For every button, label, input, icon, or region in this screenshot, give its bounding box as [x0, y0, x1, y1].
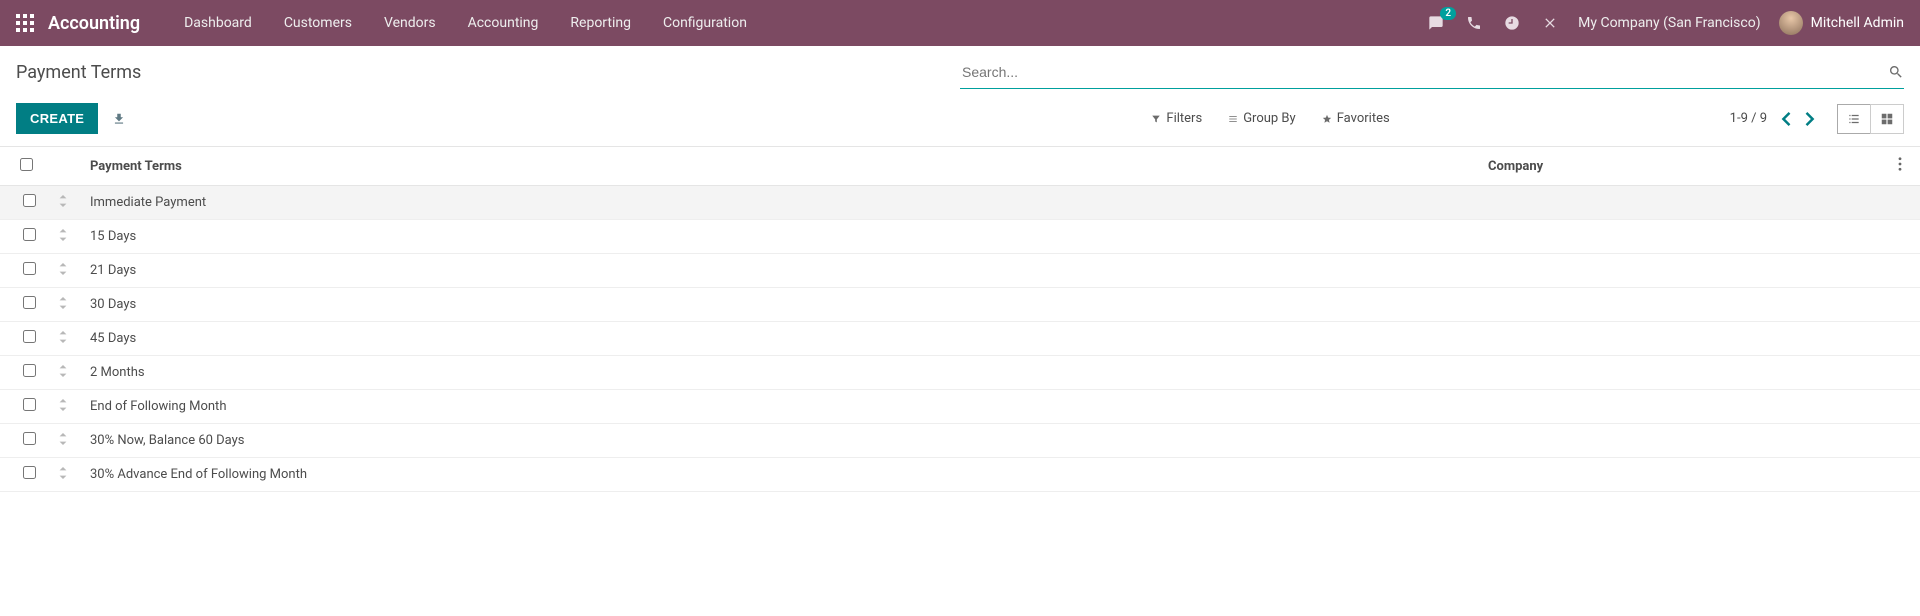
row-name: 30% Advance End of Following Month [80, 458, 1480, 492]
nav-right: 2 My Company (San Francisco) Mitchell Ad… [1426, 11, 1904, 35]
row-checkbox[interactable] [23, 296, 36, 309]
row-name: 45 Days [80, 322, 1480, 356]
row-company [1480, 458, 1890, 492]
view-list-button[interactable] [1837, 104, 1871, 134]
row-checkbox[interactable] [23, 228, 36, 241]
table-row[interactable]: 2 Months [0, 356, 1920, 390]
drag-handle-icon[interactable] [46, 356, 80, 390]
pager-prev[interactable] [1781, 112, 1791, 126]
nav-item-reporting[interactable]: Reporting [554, 0, 647, 46]
table-row[interactable]: 30% Advance End of Following Month [0, 458, 1920, 492]
app-name[interactable]: Accounting [48, 13, 140, 34]
groupby-button[interactable]: Group By [1228, 111, 1296, 126]
company-switcher[interactable]: My Company (San Francisco) [1578, 15, 1760, 31]
groupby-label: Group By [1243, 111, 1296, 126]
row-company [1480, 254, 1890, 288]
search-input[interactable] [960, 60, 1880, 84]
search-options: Filters Group By Favorites [1151, 111, 1389, 126]
search-box [960, 58, 1904, 89]
drag-handle-icon[interactable] [46, 458, 80, 492]
drag-handle-icon[interactable] [46, 288, 80, 322]
create-button[interactable]: CREATE [16, 103, 98, 134]
row-checkbox[interactable] [23, 330, 36, 343]
row-name: 30% Now, Balance 60 Days [80, 424, 1480, 458]
table-row[interactable]: 30% Now, Balance 60 Days [0, 424, 1920, 458]
nav-item-dashboard[interactable]: Dashboard [168, 0, 268, 46]
drag-handle-icon[interactable] [46, 254, 80, 288]
apps-icon[interactable] [16, 14, 34, 32]
drag-handle-icon[interactable] [46, 220, 80, 254]
row-company [1480, 288, 1890, 322]
avatar [1779, 11, 1803, 35]
row-name: Immediate Payment [80, 186, 1480, 220]
list-table: Payment Terms Company Immediate Payment1… [0, 146, 1920, 492]
col-header-company[interactable]: Company [1480, 147, 1890, 186]
row-name: 21 Days [80, 254, 1480, 288]
table-row[interactable]: 30 Days [0, 288, 1920, 322]
drag-handle-icon[interactable] [46, 424, 80, 458]
page-title: Payment Terms [16, 58, 960, 83]
table-row[interactable]: Immediate Payment [0, 186, 1920, 220]
row-checkbox[interactable] [23, 262, 36, 275]
table-row[interactable]: 15 Days [0, 220, 1920, 254]
navbar: Accounting Dashboard Customers Vendors A… [0, 0, 1920, 46]
pager-text[interactable]: 1-9 / 9 [1730, 111, 1767, 126]
col-header-options[interactable] [1890, 147, 1920, 186]
import-button[interactable] [112, 112, 126, 126]
row-name: 2 Months [80, 356, 1480, 390]
row-checkbox[interactable] [23, 194, 36, 207]
pager: 1-9 / 9 [1730, 111, 1815, 126]
user-menu[interactable]: Mitchell Admin [1779, 11, 1904, 35]
nav-item-accounting[interactable]: Accounting [452, 0, 555, 46]
messages-badge: 2 [1440, 7, 1456, 20]
col-header-name[interactable]: Payment Terms [80, 147, 1480, 186]
drag-handle-icon[interactable] [46, 390, 80, 424]
row-name: 15 Days [80, 220, 1480, 254]
table-row[interactable]: 21 Days [0, 254, 1920, 288]
drag-handle-icon[interactable] [46, 322, 80, 356]
table-row[interactable]: 45 Days [0, 322, 1920, 356]
row-name: End of Following Month [80, 390, 1480, 424]
nav-item-configuration[interactable]: Configuration [647, 0, 763, 46]
nav-menu: Dashboard Customers Vendors Accounting R… [168, 0, 763, 46]
nav-item-vendors[interactable]: Vendors [368, 0, 452, 46]
view-kanban-button[interactable] [1870, 104, 1904, 134]
filters-button[interactable]: Filters [1151, 111, 1202, 126]
filters-label: Filters [1166, 111, 1202, 126]
messages-icon[interactable]: 2 [1426, 13, 1446, 33]
row-company [1480, 186, 1890, 220]
row-company [1480, 356, 1890, 390]
row-company [1480, 322, 1890, 356]
row-company [1480, 220, 1890, 254]
row-company [1480, 424, 1890, 458]
row-checkbox[interactable] [23, 364, 36, 377]
search-icon[interactable] [1888, 64, 1904, 80]
table-row[interactable]: End of Following Month [0, 390, 1920, 424]
row-checkbox[interactable] [23, 466, 36, 479]
row-checkbox[interactable] [23, 398, 36, 411]
close-icon[interactable] [1540, 13, 1560, 33]
favorites-label: Favorites [1337, 111, 1390, 126]
select-all-checkbox[interactable] [20, 158, 33, 171]
row-name: 30 Days [80, 288, 1480, 322]
view-switch [1837, 104, 1904, 134]
drag-handle-icon[interactable] [46, 186, 80, 220]
nav-item-customers[interactable]: Customers [268, 0, 368, 46]
row-checkbox[interactable] [23, 432, 36, 445]
user-name: Mitchell Admin [1811, 15, 1904, 31]
row-company [1480, 390, 1890, 424]
control-panel: Payment Terms CREATE Filters Group By [0, 46, 1920, 144]
favorites-button[interactable]: Favorites [1322, 111, 1390, 126]
clock-icon[interactable] [1502, 13, 1522, 33]
pager-next[interactable] [1805, 112, 1815, 126]
phone-icon[interactable] [1464, 13, 1484, 33]
